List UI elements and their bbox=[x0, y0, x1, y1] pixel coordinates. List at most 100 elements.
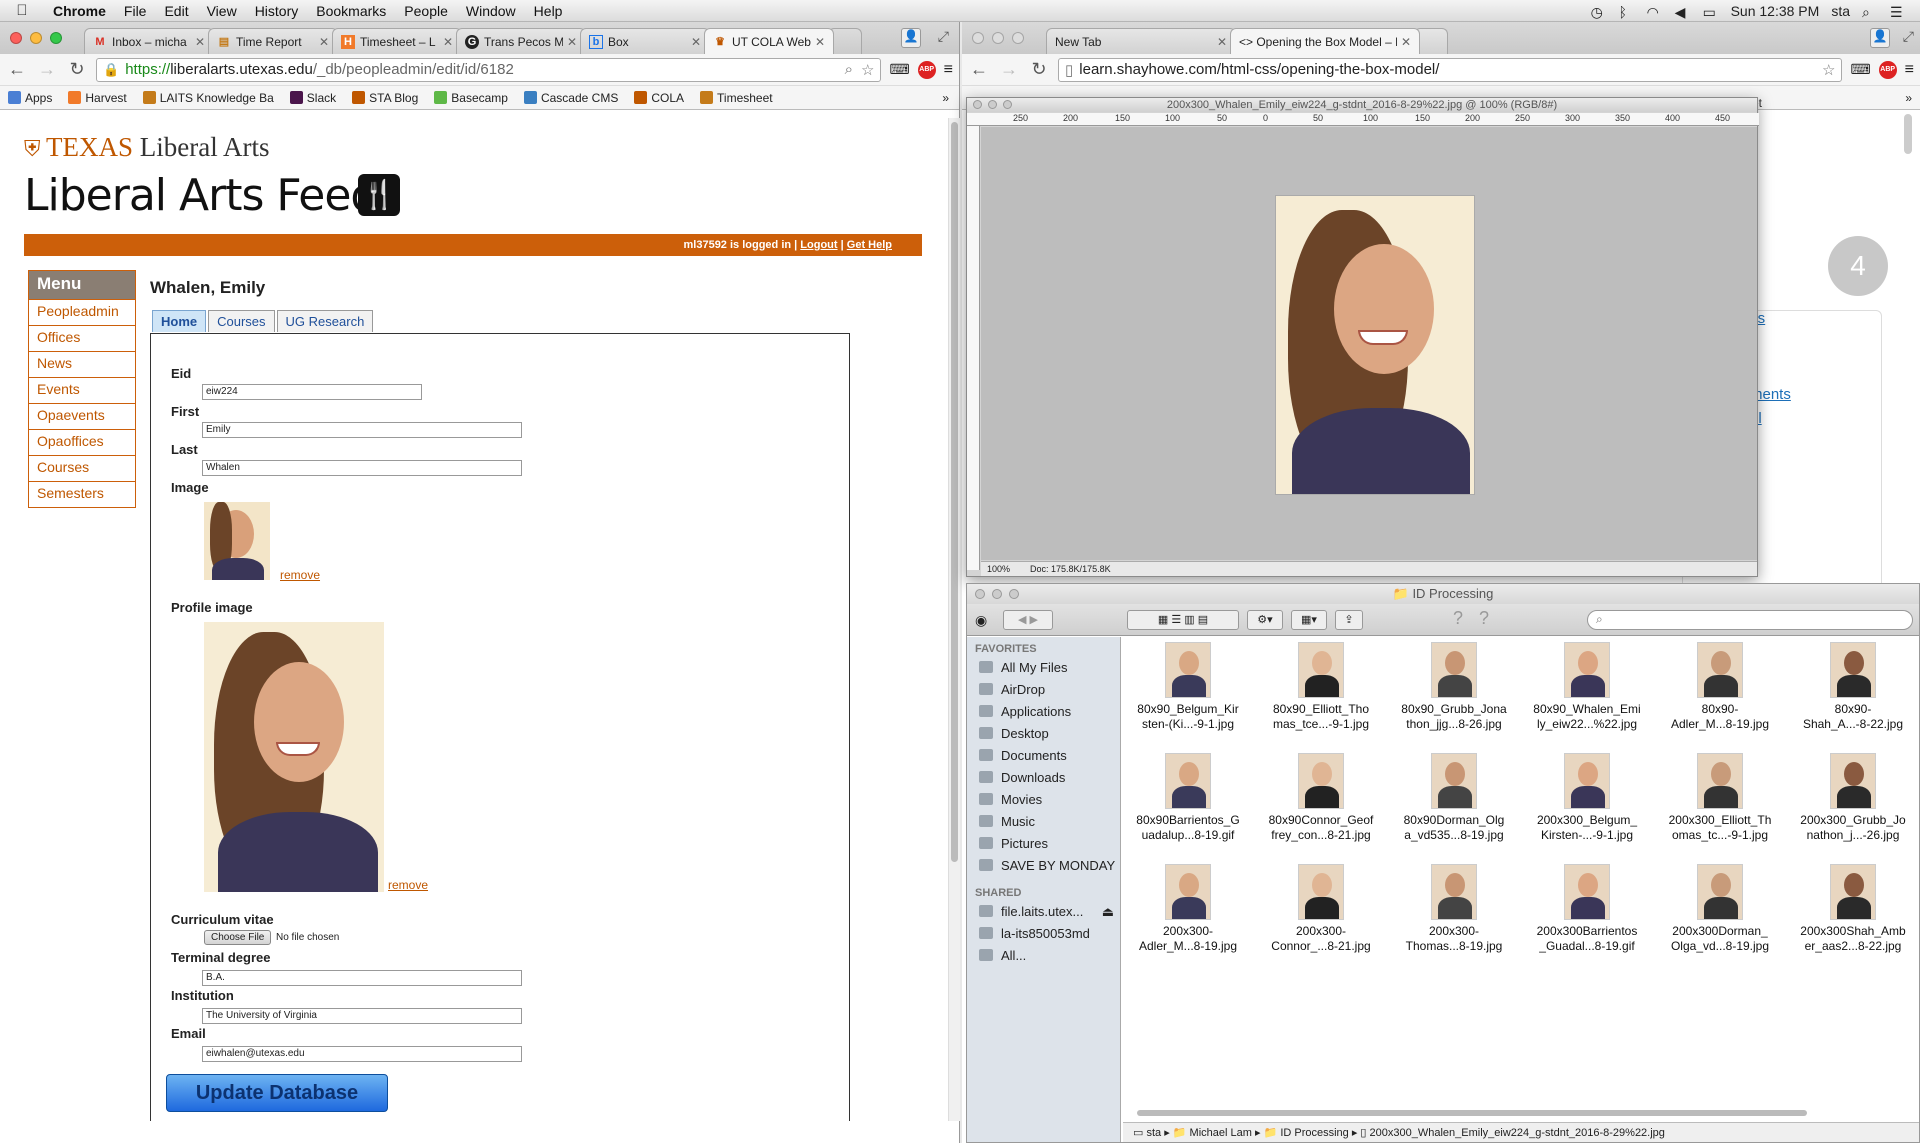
left-scrollbar[interactable] bbox=[948, 118, 960, 1121]
help-link[interactable]: Get Help bbox=[847, 239, 892, 251]
menu-item-semesters[interactable]: Semesters bbox=[29, 481, 135, 507]
minimize-window-icon[interactable] bbox=[30, 32, 42, 44]
bookmark-cola[interactable]: COLA bbox=[634, 91, 684, 105]
file-item[interactable]: 200x300Shah_Amb er_aas2...8-22.jpg bbox=[1788, 864, 1918, 954]
file-item[interactable]: 200x300_Belgum_ Kirsten-...-9-1.jpg bbox=[1522, 753, 1652, 843]
back-icon[interactable]: ← bbox=[6, 59, 28, 80]
file-item[interactable]: 200x300Barrientos _Guadal...8-19.gif bbox=[1522, 864, 1652, 954]
menu-item-courses[interactable]: Courses bbox=[29, 455, 135, 481]
remove-profile-image-link[interactable]: remove bbox=[388, 878, 428, 892]
star-icon[interactable]: ☆ bbox=[1822, 61, 1835, 79]
logout-link[interactable]: Logout bbox=[800, 239, 837, 251]
tab-close-icon[interactable]: ✕ bbox=[691, 35, 701, 49]
file-item[interactable]: 80x90_Grubb_Jona thon_jjg...8-26.jpg bbox=[1389, 642, 1519, 732]
file-item[interactable]: 80x90Dorman_Olg a_vd535...8-19.jpg bbox=[1389, 753, 1519, 843]
zoom-window-icon[interactable] bbox=[1009, 589, 1019, 599]
close-window-icon[interactable] bbox=[972, 32, 984, 44]
keyboard-icon[interactable]: ⌨ bbox=[889, 61, 909, 78]
fullscreen-icon[interactable]: ⤢ bbox=[1903, 28, 1914, 45]
sidebar-item-pictures[interactable]: Pictures bbox=[967, 833, 1120, 855]
file-item[interactable]: 80x90- Shah_A...-8-22.jpg bbox=[1788, 642, 1918, 732]
arrange-icon[interactable]: ▦▾ bbox=[1291, 610, 1327, 630]
tab-close-icon[interactable]: ✕ bbox=[1401, 35, 1411, 49]
bookmark-harvest[interactable]: Harvest bbox=[68, 91, 127, 105]
file-item[interactable]: 80x90_Whalen_Emi ly_eiw22...%22.jpg bbox=[1522, 642, 1652, 732]
menu-item-events[interactable]: Events bbox=[29, 377, 135, 403]
sidebar-item-music[interactable]: Music bbox=[967, 811, 1120, 833]
degree-field[interactable]: B.A. bbox=[202, 970, 522, 986]
reload-icon[interactable]: ↻ bbox=[66, 59, 88, 80]
help-icon[interactable]: ? bbox=[1453, 608, 1463, 629]
profile-icon[interactable]: 👤 bbox=[1870, 28, 1890, 48]
menu-item-offices[interactable]: Offices bbox=[29, 325, 135, 351]
bluetooth-icon[interactable]: ᛒ bbox=[1619, 4, 1635, 20]
bookmarks-overflow-icon[interactable]: » bbox=[1905, 91, 1912, 105]
bookmark-sta-blog[interactable]: STA Blog bbox=[352, 91, 418, 105]
file-item[interactable]: 200x300- Adler_M...8-19.jpg bbox=[1123, 864, 1253, 954]
address-bar[interactable]: 🔒 https:// liberalarts.utexas.edu /_db/p… bbox=[96, 57, 882, 82]
first-name-field[interactable]: Emily bbox=[202, 422, 522, 438]
tab-close-icon[interactable]: ✕ bbox=[1217, 35, 1227, 49]
menu-edit[interactable]: Edit bbox=[155, 3, 197, 19]
reload-icon[interactable]: ↻ bbox=[1028, 59, 1050, 80]
bookmark-timesheet[interactable]: Timesheet bbox=[700, 91, 773, 105]
notification-center-icon[interactable]: ☰ bbox=[1890, 4, 1906, 20]
menu-bookmarks[interactable]: Bookmarks bbox=[307, 3, 395, 19]
sidebar-item-all-shared[interactable]: All... bbox=[967, 945, 1120, 967]
spotlight-icon[interactable]: ⌕ bbox=[1862, 4, 1878, 20]
minimize-window-icon[interactable] bbox=[992, 32, 1004, 44]
tab-courses[interactable]: Courses bbox=[208, 310, 275, 332]
right-scrollbar-thumb[interactable] bbox=[1904, 114, 1912, 154]
sidebar-item-all-my-files[interactable]: All My Files bbox=[967, 657, 1120, 679]
forward-icon[interactable]: → bbox=[998, 59, 1020, 80]
path-segment[interactable]: Michael Lam bbox=[1190, 1127, 1252, 1139]
file-item[interactable]: 80x90_Belgum_Kir sten-(Ki...-9-1.jpg bbox=[1123, 642, 1253, 732]
remove-image-link[interactable]: remove bbox=[280, 568, 320, 582]
file-item[interactable]: 200x300- Connor_...8-21.jpg bbox=[1256, 864, 1386, 954]
close-window-icon[interactable] bbox=[10, 32, 22, 44]
sidebar-item-save-by-monday[interactable]: SAVE BY MONDAY bbox=[967, 855, 1120, 877]
file-item[interactable]: 200x300- Thomas...8-19.jpg bbox=[1389, 864, 1519, 954]
file-item[interactable]: 80x90Connor_Geof frey_con...8-21.jpg bbox=[1256, 753, 1386, 843]
eject-icon[interactable]: ⏏ bbox=[1102, 904, 1114, 920]
menu-history[interactable]: History bbox=[246, 3, 308, 19]
action-gear-icon[interactable]: ⚙▾ bbox=[1247, 610, 1283, 630]
sidebar-item-applications[interactable]: Applications bbox=[967, 701, 1120, 723]
menu-app-name[interactable]: Chrome bbox=[44, 3, 115, 19]
sidebar-item-file-server[interactable]: file.laits.utex... ⏏ bbox=[967, 901, 1120, 923]
menu-window[interactable]: Window bbox=[457, 3, 525, 19]
tab-timesheet[interactable]: H Timesheet – L ✕ bbox=[332, 28, 462, 54]
texas-liberal-arts-logo[interactable]: ⛨ TEXAS Liberal Arts bbox=[24, 132, 269, 163]
bookmark-slack[interactable]: Slack bbox=[289, 91, 336, 105]
chrome-menu-icon[interactable]: ≡ bbox=[944, 61, 953, 79]
address-bar[interactable]: ▯ learn.shayhowe.com/html-css/opening-th… bbox=[1058, 57, 1843, 82]
file-item[interactable]: 200x300Dorman_ Olga_vd...8-19.jpg bbox=[1655, 864, 1785, 954]
chrome-menu-icon[interactable]: ≡ bbox=[1905, 61, 1914, 79]
share-icon[interactable]: ⇪ bbox=[1335, 610, 1363, 630]
file-item[interactable]: 200x300_Grubb_Jo nathon_j...-26.jpg bbox=[1788, 753, 1918, 843]
institution-field[interactable]: The University of Virginia bbox=[202, 1008, 522, 1024]
tab-inbox[interactable]: M Inbox – micha ✕ bbox=[84, 28, 214, 54]
tab-box-model[interactable]: <> Opening the Box Model – L ✕ bbox=[1230, 28, 1420, 54]
sidebar-item-desktop[interactable]: Desktop bbox=[967, 723, 1120, 745]
path-segment[interactable]: sta bbox=[1146, 1127, 1161, 1139]
menubar-user[interactable]: sta bbox=[1831, 3, 1850, 19]
star-icon[interactable]: ☆ bbox=[861, 61, 874, 79]
eid-field[interactable]: eiw224 bbox=[202, 384, 422, 400]
menu-item-opaevents[interactable]: Opaevents bbox=[29, 403, 135, 429]
tab-box[interactable]: b Box ✕ bbox=[580, 28, 710, 54]
bookmark-basecamp[interactable]: Basecamp bbox=[434, 91, 508, 105]
wifi-icon[interactable]: ◠ bbox=[1647, 4, 1663, 20]
volume-icon[interactable]: ◀︎ bbox=[1675, 4, 1691, 20]
tab-new-tab[interactable]: New Tab ✕ bbox=[1046, 28, 1236, 54]
zoom-level[interactable]: 100% bbox=[987, 562, 1010, 576]
zoom-window-icon[interactable] bbox=[1012, 32, 1024, 44]
sidebar-item-la-its[interactable]: la-its850053md bbox=[967, 923, 1120, 945]
help-icon-2[interactable]: ? bbox=[1479, 608, 1489, 629]
tab-close-icon[interactable]: ✕ bbox=[319, 35, 329, 49]
zoom-window-icon[interactable] bbox=[50, 32, 62, 44]
tab-close-icon[interactable]: ✕ bbox=[815, 35, 825, 49]
menubar-clock[interactable]: Sun 12:38 PM bbox=[1731, 3, 1820, 19]
adblock-icon[interactable]: ABP bbox=[1878, 60, 1897, 79]
close-window-icon[interactable] bbox=[973, 100, 982, 109]
